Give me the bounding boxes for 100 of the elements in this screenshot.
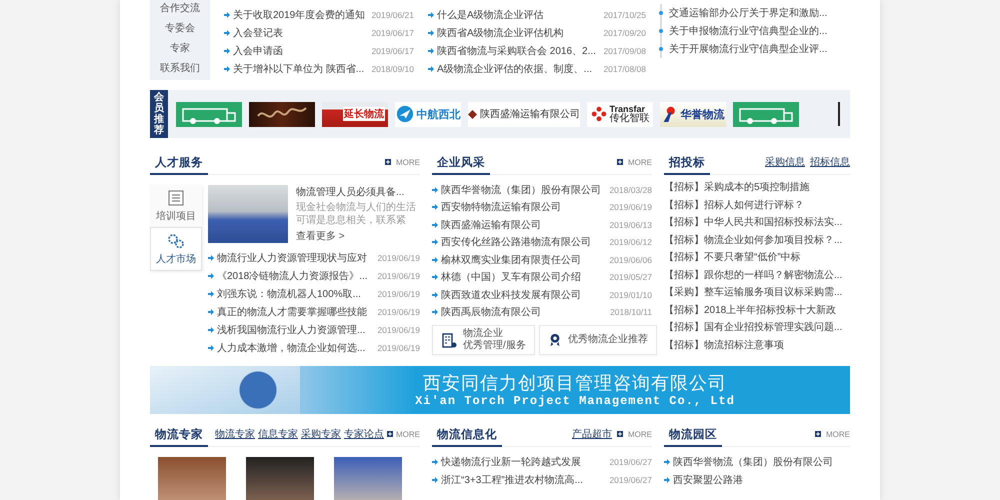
company-link[interactable]: 榆林双鹰实业集团有限责任公司	[441, 252, 606, 267]
news-link[interactable]: 关于申报物流行业守信典型企业的...	[669, 24, 828, 38]
news-date: 2019/01/10	[609, 290, 652, 300]
news-date: 2017/09/20	[603, 28, 646, 38]
company-link[interactable]: 陕西致道农业科技发展有限公司	[441, 288, 606, 302]
news-date: 2019/06/21	[371, 10, 414, 20]
news-link[interactable]: 陕西省物流与采购联合会 2016、2...	[437, 44, 600, 58]
news-link[interactable]: 真正的物流人才需要掌握哪些技能	[217, 305, 374, 319]
read-more-link[interactable]: 查看更多 >	[296, 229, 418, 243]
bullet-arrow-icon	[208, 309, 214, 315]
truck-logo[interactable]: 延长物流	[322, 102, 388, 126]
news-date: 2019/05/27	[609, 272, 652, 282]
building-icon	[441, 332, 457, 348]
news-link[interactable]: 物流行业人力资源管理现状与应对	[217, 251, 374, 265]
news-link[interactable]: 入会登记表	[233, 26, 368, 40]
more-link[interactable]: MORE	[628, 158, 652, 166]
bullet-arrow-icon	[432, 186, 438, 193]
category-link[interactable]: 产品超市	[572, 427, 612, 441]
news-link[interactable]: 浅析我国物流行业人力资源管理...	[217, 323, 374, 337]
bullet-arrow-icon	[428, 12, 434, 18]
bullet-dot-icon	[659, 11, 663, 15]
gears-icon	[167, 232, 185, 248]
company-link[interactable]: 陕西华誉物流（集团）股份有限公司	[673, 455, 850, 469]
company-link[interactable]: 西安传化丝路公路港物流有限公司	[441, 235, 606, 250]
bullet-arrow-icon	[432, 274, 438, 280]
tender-link[interactable]: 【招标】跟你想的一样吗？解密物流公...	[664, 266, 850, 284]
company-link[interactable]: 陕西盛瀚运输有限公司	[441, 218, 606, 232]
company-link[interactable]: 陕西华誉物流（集团）股份有限公司	[441, 182, 606, 197]
section-title: 企业风采	[432, 150, 490, 174]
news-date: 2019/06/19	[609, 202, 652, 212]
company-link[interactable]: 西安聚盟公路港	[673, 473, 850, 487]
sidebar-link[interactable]: 专家	[170, 41, 190, 56]
tender-link[interactable]: 【招标】中华人民共和国招标投标法实...	[664, 214, 850, 232]
plus-icon	[617, 431, 623, 437]
article-title[interactable]: 物流管理人员必须具备...	[296, 185, 418, 199]
news-link[interactable]: 关于收取2019年度会费的通知	[233, 8, 368, 22]
company-logo[interactable]: Transfar 传化智联	[587, 102, 653, 126]
more-link[interactable]: MORE	[628, 430, 652, 438]
news-link[interactable]: 入会申请函	[233, 44, 368, 58]
company-logo[interactable]: 陕西盛瀚运输有限公司	[468, 102, 580, 126]
bullet-arrow-icon	[208, 345, 214, 351]
bullet-arrow-icon	[208, 291, 214, 297]
bus-logo[interactable]	[176, 102, 242, 126]
news-link[interactable]: A级物流企业评估的依据、制度、...	[437, 62, 600, 76]
bullet-arrow-icon	[224, 12, 230, 18]
category-tab[interactable]: 人才市场	[150, 227, 202, 271]
tender-link[interactable]: 【招标】物流企业如何参加项目投标？...	[664, 232, 850, 249]
tender-link[interactable]: 【招标】采购成本的5项控制措施	[664, 179, 850, 196]
news-date: 2019/06/27	[609, 475, 652, 485]
portrait-photo-placeholder[interactable]	[334, 457, 402, 500]
sidebar-link[interactable]: 专委会	[165, 21, 195, 36]
company-link[interactable]: 陕西禹辰物流有限公司	[441, 305, 608, 320]
news-date: 2017/10/25	[603, 10, 646, 20]
news-link[interactable]: 《2018冷链物流人力资源报告》...	[217, 269, 374, 283]
list-icon	[168, 190, 184, 206]
more-link[interactable]: MORE	[396, 430, 420, 438]
sidebar-link[interactable]: 合作交流	[160, 1, 200, 16]
tender-link[interactable]: 【招标】2018上半年招标投标十大新政	[664, 302, 850, 319]
tender-link[interactable]: 【采购】整车运输服务项目议标采购需...	[664, 284, 850, 302]
bullet-arrow-icon	[664, 459, 670, 465]
portrait-photo-placeholder[interactable]	[158, 457, 226, 500]
news-link[interactable]: 刘强东说：物流机器人100%取...	[217, 287, 374, 301]
company-category-button[interactable]: 优秀物流企业推荐	[538, 325, 657, 355]
news-link[interactable]: 人力成本激增，物流企业如何选...	[217, 341, 374, 355]
plus-icon	[617, 159, 623, 165]
news-link[interactable]: 什么是A级物流企业评估	[437, 8, 600, 22]
company-logo[interactable]: 华誉物流	[660, 102, 726, 126]
sidebar-link[interactable]: 联系我们	[160, 61, 200, 76]
bullet-arrow-icon	[432, 239, 438, 246]
category-link[interactable]: 信息专家	[258, 427, 298, 441]
section-title: 物流专家	[150, 422, 208, 446]
news-date: 2017/09/08	[603, 46, 646, 56]
portrait-photo-placeholder[interactable]	[246, 457, 314, 500]
plus-icon	[815, 431, 821, 437]
news-link[interactable]: 关于开展物流行业守信典型企业评...	[669, 42, 828, 56]
company-link[interactable]: 林德（中国）叉车有限公司介绍	[441, 270, 606, 284]
category-tab[interactable]: 培训项目	[150, 185, 202, 227]
tender-link[interactable]: 【招标】招标人如何进行评标？	[664, 196, 850, 214]
news-date: 2018/09/10	[371, 64, 414, 74]
company-logo[interactable]: 中航西北	[395, 102, 461, 126]
article-summary: 现金社会物流与人们的生活可谓是息息相关，联系紧	[296, 201, 417, 227]
news-link[interactable]: 浙江“3+3工程”推进农村物流高...	[441, 473, 606, 487]
category-link[interactable]: 专家论点	[344, 427, 384, 441]
tender-link[interactable]: 【招标】国有企业招投标管理实践问题...	[664, 319, 850, 336]
company-category-button[interactable]: 物流企业 优秀管理/服务	[432, 325, 535, 355]
tender-link[interactable]: 【招标】不要只奢望“低价”中标	[664, 249, 850, 266]
news-link[interactable]: 交通运输部办公厅关于界定和激励...	[669, 6, 828, 20]
category-link[interactable]: 招标信息	[810, 155, 850, 169]
news-link[interactable]: 陕西省A级物流企业评估机构	[437, 26, 600, 40]
company-link[interactable]: 西安物特物流运输有限公司	[441, 200, 606, 214]
more-link[interactable]: MORE	[396, 158, 420, 166]
category-link[interactable]: 采购专家	[301, 427, 341, 441]
more-link[interactable]: MORE	[826, 430, 850, 438]
tender-link[interactable]: 【招标】物流招标注意事项	[664, 336, 850, 354]
category-link[interactable]: 采购信息	[765, 155, 805, 169]
news-link[interactable]: 关于增补以下单位为 陕西省...	[233, 62, 368, 76]
bullet-arrow-icon	[664, 477, 670, 483]
bus-logo[interactable]	[733, 102, 799, 126]
category-link[interactable]: 物流专家	[215, 427, 255, 441]
news-link[interactable]: 快递物流行业新一轮跨越式发展	[441, 455, 606, 469]
